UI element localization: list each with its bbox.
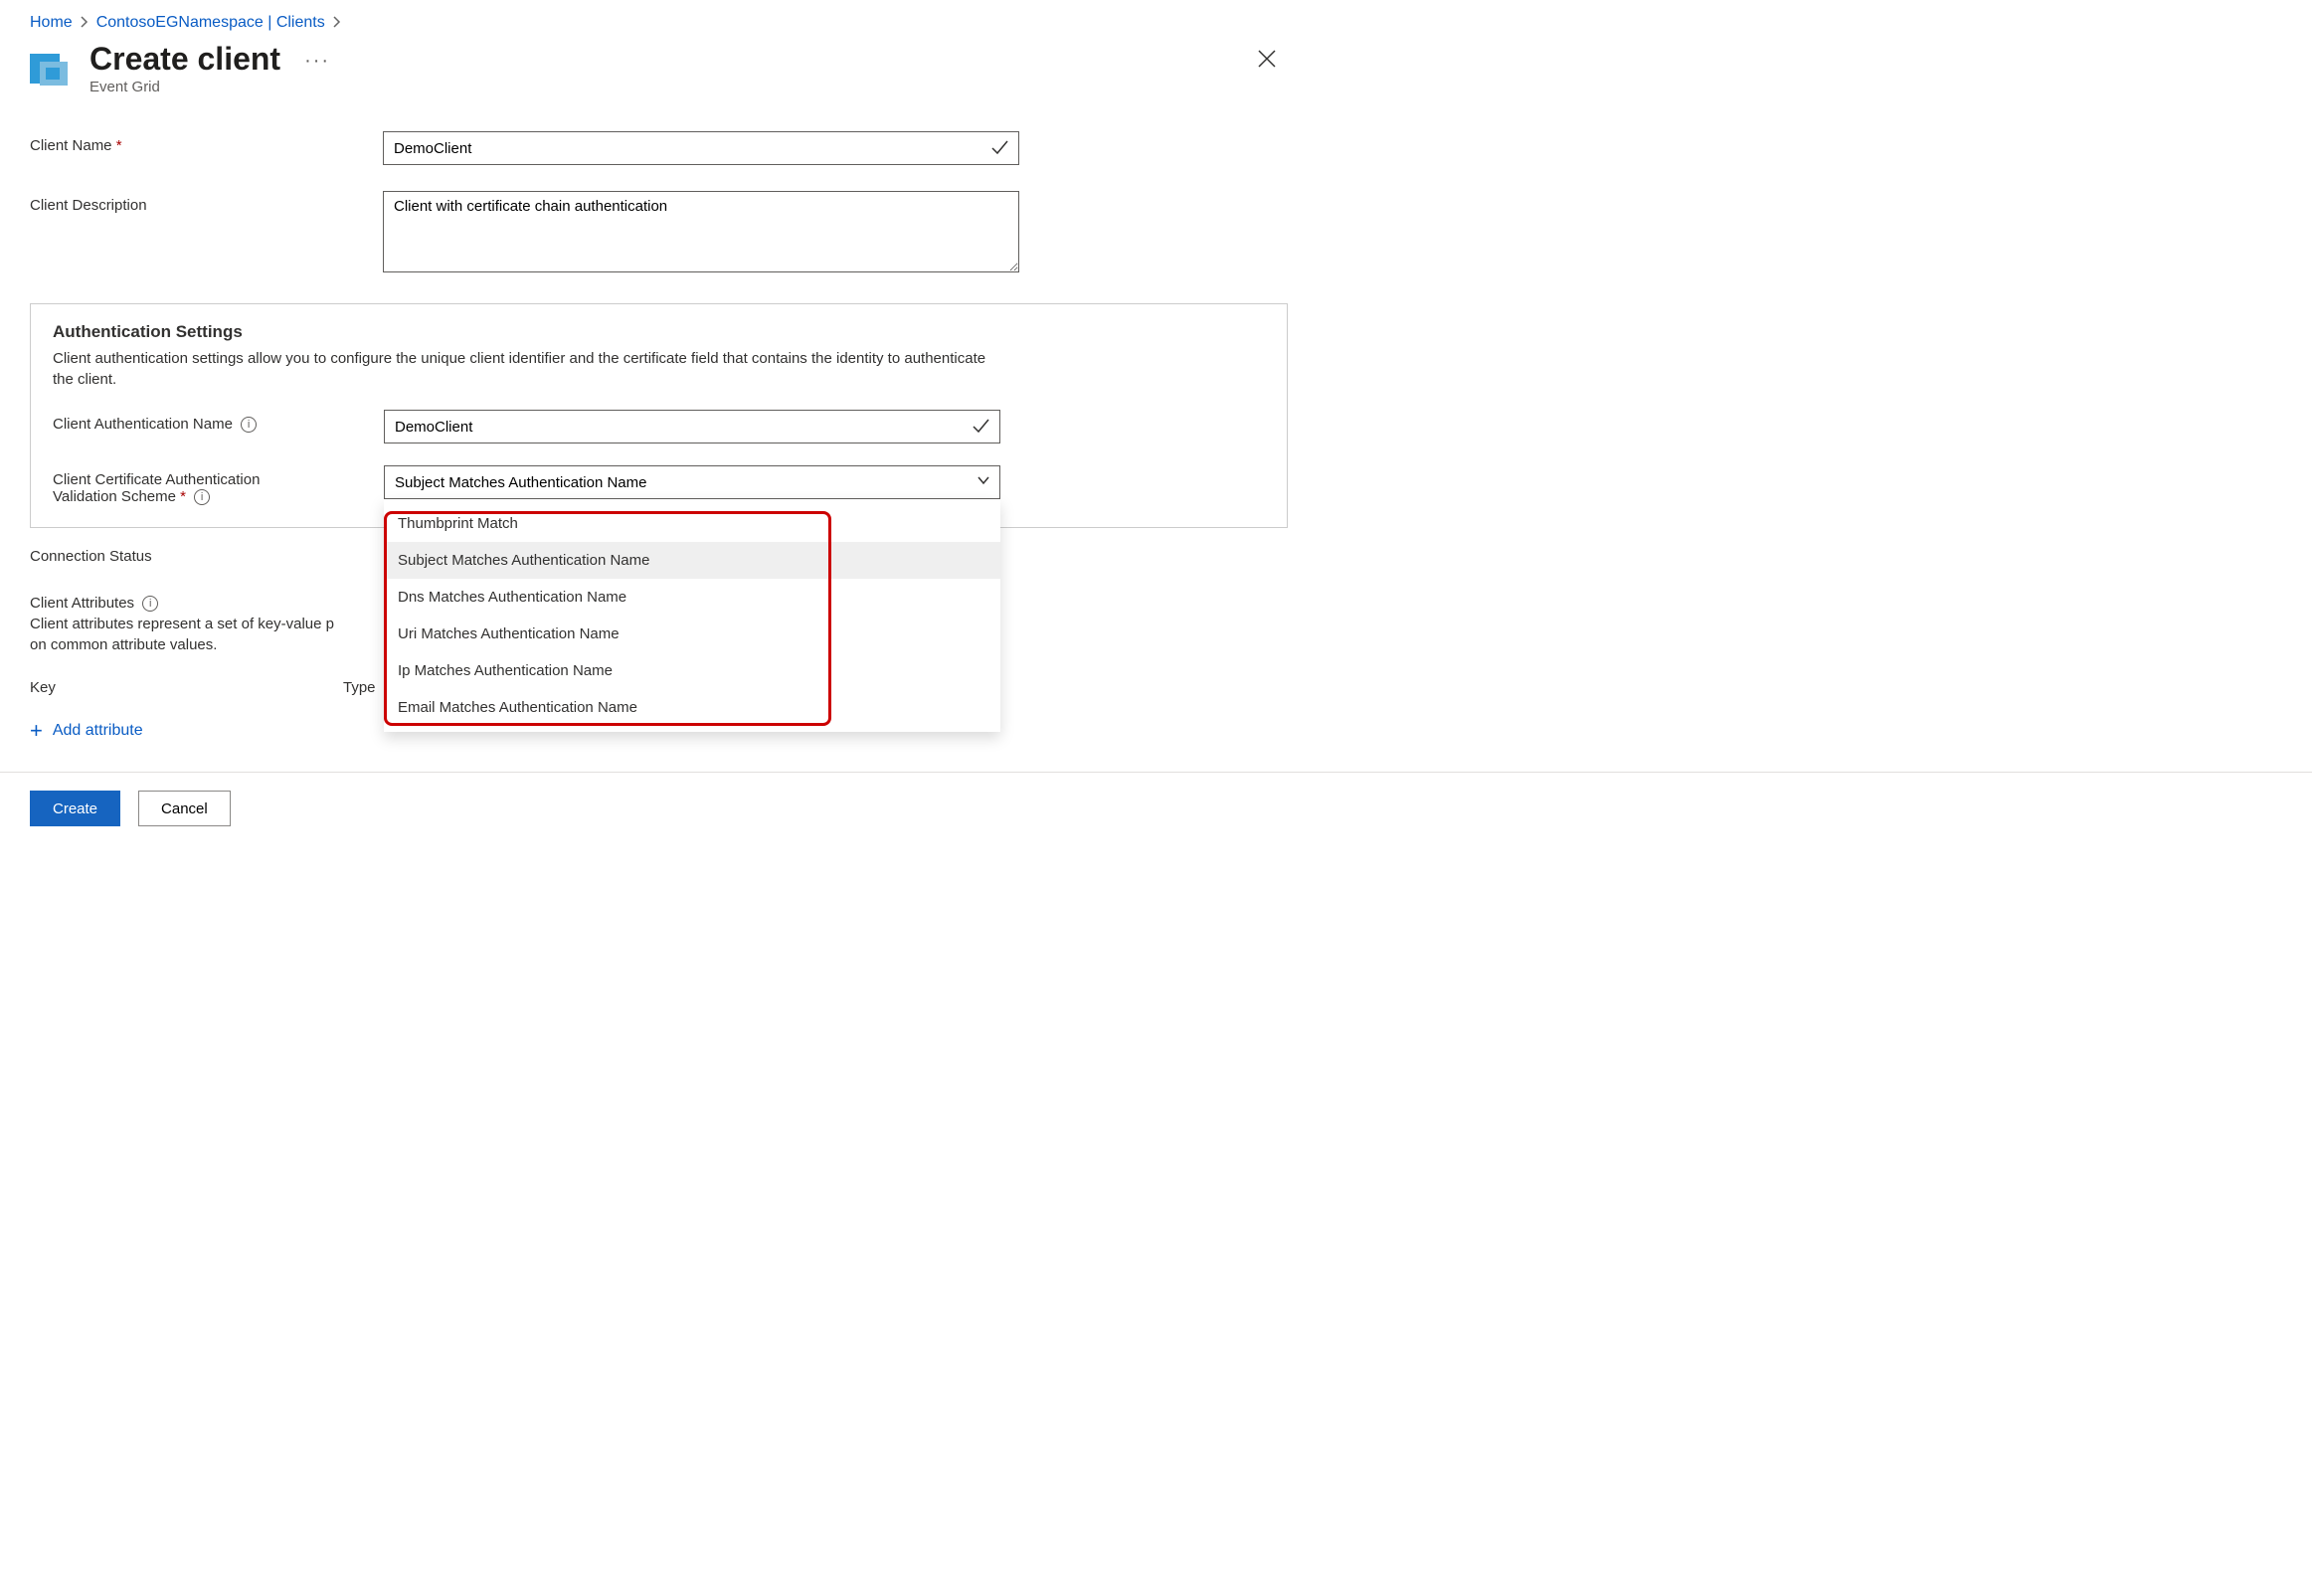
dropdown-option-subject[interactable]: Subject Matches Authentication Name bbox=[384, 542, 1000, 579]
client-description-label: Client Description bbox=[30, 191, 383, 214]
close-icon[interactable] bbox=[1250, 42, 1284, 82]
auth-name-input[interactable] bbox=[384, 410, 1000, 443]
validation-scheme-label: Client Certificate Authentication Valida… bbox=[53, 465, 384, 505]
footer-bar: Create Cancel bbox=[0, 772, 2312, 844]
auth-name-label: Client Authentication Name i bbox=[53, 410, 384, 433]
page-title: Create client bbox=[89, 42, 280, 77]
validation-scheme-dropdown: Thumbprint Match Subject Matches Authent… bbox=[384, 499, 1000, 732]
create-button[interactable]: Create bbox=[30, 791, 120, 826]
more-menu[interactable]: ··· bbox=[298, 42, 330, 73]
client-name-label: Client Name * bbox=[30, 131, 383, 154]
breadcrumb-home[interactable]: Home bbox=[30, 14, 73, 32]
page-subtitle: Event Grid bbox=[89, 79, 280, 95]
info-icon[interactable]: i bbox=[142, 596, 158, 612]
auth-settings-desc: Client authentication settings allow you… bbox=[53, 348, 1007, 390]
column-header-key: Key bbox=[30, 679, 343, 696]
breadcrumb-namespace[interactable]: ContosoEGNamespace | Clients bbox=[96, 14, 325, 32]
client-description-input[interactable]: Client with certificate chain authentica… bbox=[383, 191, 1019, 272]
info-icon[interactable]: i bbox=[241, 417, 257, 433]
dropdown-option-thumbprint[interactable]: Thumbprint Match bbox=[384, 505, 1000, 542]
check-icon bbox=[989, 137, 1009, 162]
dropdown-option-ip[interactable]: Ip Matches Authentication Name bbox=[384, 652, 1000, 689]
breadcrumb: Home ContosoEGNamespace | Clients bbox=[30, 10, 1288, 42]
dropdown-option-dns[interactable]: Dns Matches Authentication Name bbox=[384, 579, 1000, 616]
chevron-down-icon bbox=[977, 473, 990, 492]
auth-settings-title: Authentication Settings bbox=[53, 322, 1265, 342]
resource-icon bbox=[30, 48, 72, 89]
dropdown-option-email[interactable]: Email Matches Authentication Name bbox=[384, 689, 1000, 726]
cancel-button[interactable]: Cancel bbox=[138, 791, 231, 826]
chevron-right-icon bbox=[81, 15, 89, 31]
plus-icon: + bbox=[30, 718, 43, 744]
validation-scheme-select[interactable] bbox=[384, 465, 1000, 499]
dropdown-option-uri[interactable]: Uri Matches Authentication Name bbox=[384, 616, 1000, 652]
info-icon[interactable]: i bbox=[194, 489, 210, 505]
client-name-input[interactable] bbox=[383, 131, 1019, 165]
chevron-right-icon bbox=[333, 15, 341, 31]
check-icon bbox=[971, 416, 990, 441]
authentication-settings-panel: Authentication Settings Client authentic… bbox=[30, 303, 1288, 528]
